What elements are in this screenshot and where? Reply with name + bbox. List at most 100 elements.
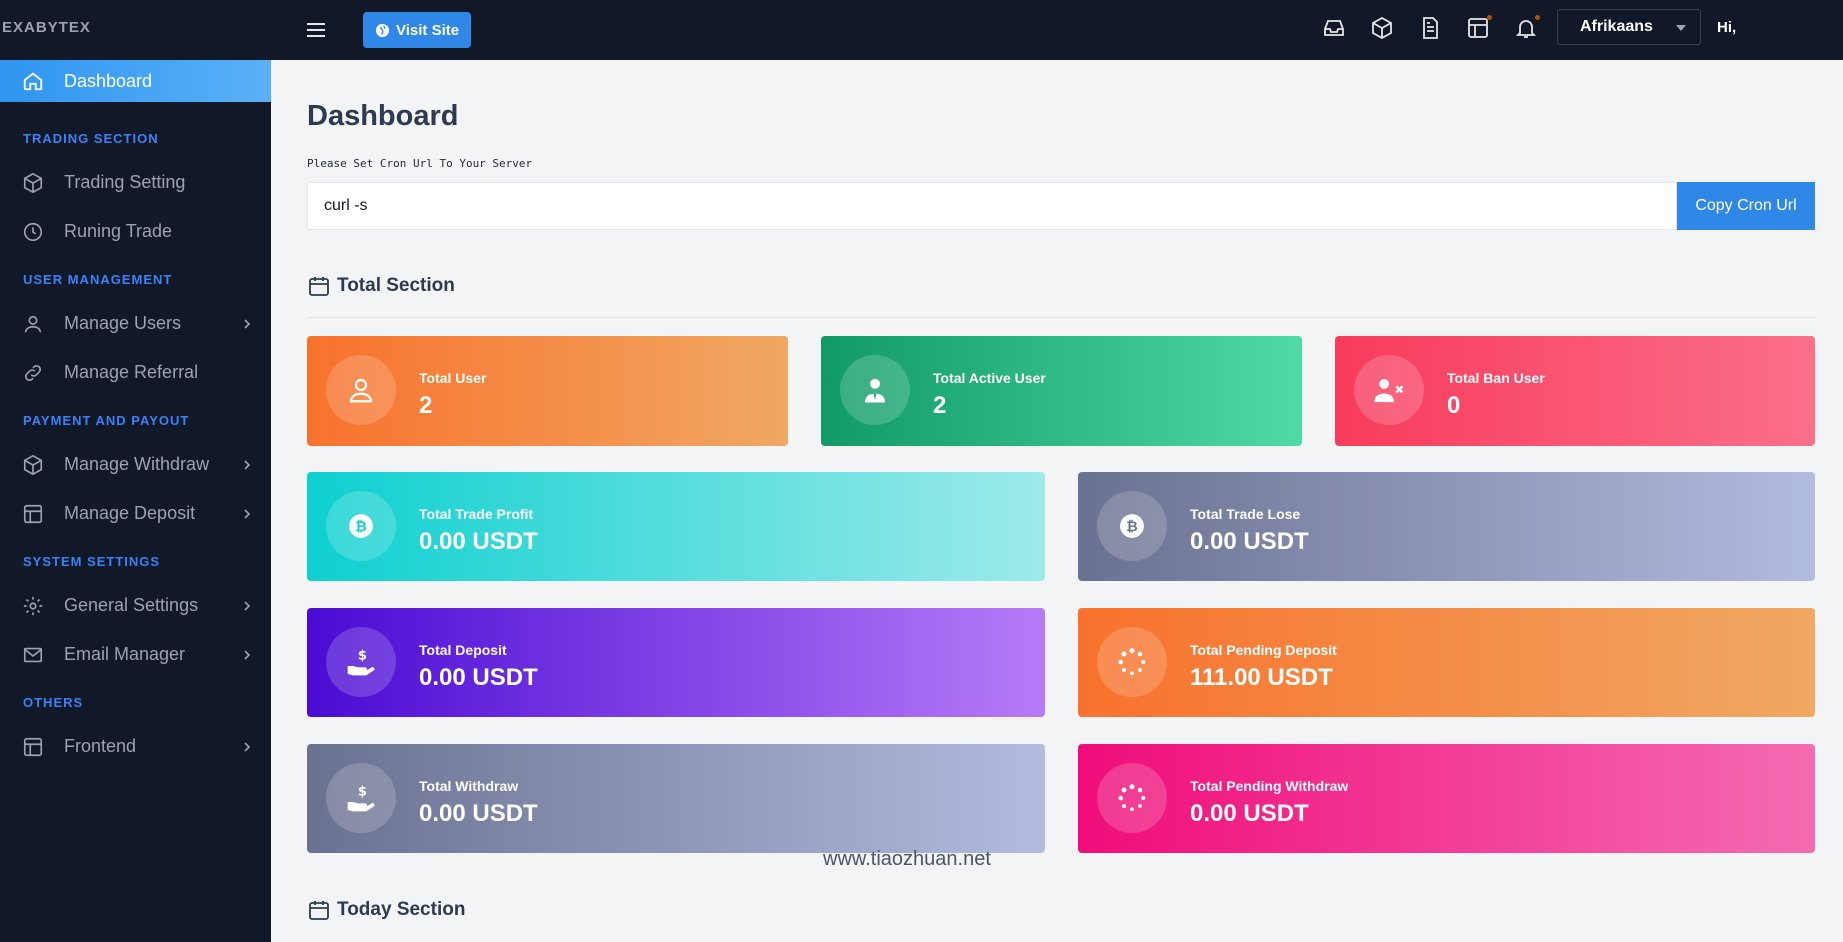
sidebar-item-label: Email Manager [64,644,186,664]
chevron-right-icon [241,508,253,520]
card-value: 0.00 USDT [419,528,538,555]
today-section-label: Today Section [337,899,466,920]
user-greeting[interactable]: Hi, [1717,19,1736,36]
user-icon [22,313,44,335]
link-icon [22,362,44,384]
hand-dollar-icon: $ [326,627,396,697]
card-total-trade-lose[interactable]: ₿ Total Trade Lose 0.00 USDT [1078,472,1815,581]
spinner-icon [1097,763,1167,833]
language-selected: Afrikaans [1580,18,1653,35]
table-icon[interactable] [1466,15,1492,42]
card-title: Total Trade Profit [419,506,534,522]
gear-icon [22,595,44,617]
chevron-right-icon [241,318,253,330]
card-total-ban-user[interactable]: Total Ban User 0 [1335,336,1815,446]
watermark-text: www.tiaozhuan.net [823,848,991,870]
card-title: Total Ban User [1447,370,1545,386]
card-total-pending-withdraw[interactable]: Total Pending Withdraw 0.00 USDT [1078,744,1815,853]
sidebar-item-manage-withdraw[interactable]: Manage Withdraw [0,440,271,489]
chevron-right-icon [241,459,253,471]
chevron-right-icon [241,600,253,612]
card-total-user[interactable]: Total User 2 [307,336,788,446]
mail-icon [22,644,44,666]
sidebar-item-label: Dashboard [64,70,153,91]
card-title: Total Pending Deposit [1190,642,1337,658]
section-title-trading: TRADING SECTION [23,130,159,146]
sidebar: EXABYTEX Dashboard TRADING SECTION Tradi… [0,0,271,942]
card-value: 0.00 USDT [419,800,538,827]
card-total-pending-deposit[interactable]: Total Pending Deposit 111.00 USDT [1078,608,1815,717]
user-tie-icon [840,355,910,425]
today-section-heading: Today Section [307,898,465,922]
home-icon [22,70,44,92]
language-select[interactable]: Afrikaans [1557,9,1701,45]
card-value: 0 [1447,392,1461,419]
chevron-right-icon [241,741,253,753]
sidebar-item-label: Frontend [64,736,137,756]
sidebar-item-label: Runing Trade [64,221,173,241]
sidebar-item-label: Manage Deposit [64,503,196,523]
user-ban-icon [1354,355,1424,425]
visit-site-button[interactable]: Visit Site [363,12,472,48]
clock-icon [22,221,44,243]
user-icon [326,355,396,425]
bell-icon[interactable] [1514,15,1540,42]
section-divider [307,317,1815,318]
visit-site-label: Visit Site [396,21,460,39]
card-value: 2 [933,392,947,419]
calendar-icon [307,898,331,922]
cube-icon[interactable] [1370,16,1396,42]
card-title: Total Active User [933,370,1046,386]
chevron-right-icon [241,649,253,661]
card-title: Total Trade Lose [1190,506,1301,522]
card-total-trade-profit[interactable]: ₿ Total Trade Profit 0.00 USDT [307,472,1045,581]
sidebar-item-runing-trade[interactable]: Runing Trade [0,207,271,256]
sidebar-item-manage-referral[interactable]: Manage Referral [0,348,271,397]
sidebar-item-general-settings[interactable]: General Settings [0,581,271,630]
svg-text:₿: ₿ [355,519,366,535]
sidebar-item-trading-setting[interactable]: Trading Setting [0,158,271,207]
copy-cron-url-button[interactable]: Copy Cron Url [1677,182,1815,230]
hand-dollar-icon: $ [326,763,396,833]
inbox-icon[interactable] [1322,16,1348,42]
card-value: 111.00 USDT [1190,664,1333,691]
sidebar-item-label: Manage Withdraw [64,454,210,474]
sidebar-item-label: Trading Setting [64,172,186,192]
sidebar-item-manage-deposit[interactable]: Manage Deposit [0,489,271,538]
globe-icon [375,23,390,38]
calendar-icon [307,274,331,298]
total-section-label: Total Section [337,275,455,296]
svg-text:₿: ₿ [1126,519,1137,535]
table-icon [22,503,44,525]
spinner-icon [1097,627,1167,697]
topbar: Visit Site Afrikaans Hi, [271,0,1843,60]
svg-text:$: $ [358,648,367,663]
notification-dot [1535,15,1540,20]
card-title: Total Deposit [419,642,507,658]
card-total-withdraw[interactable]: $ Total Withdraw 0.00 USDT [307,744,1045,853]
card-title: Total Withdraw [419,778,519,794]
card-title: Total Pending Withdraw [1190,778,1349,794]
section-title-system-settings: SYSTEM SETTINGS [23,553,161,569]
sidebar-item-manage-users[interactable]: Manage Users [0,299,271,348]
sidebar-item-label: General Settings [64,595,199,615]
card-value: 0.00 USDT [1190,528,1309,555]
document-icon[interactable] [1418,16,1444,42]
sidebar-item-frontend[interactable]: Frontend [0,722,271,771]
sidebar-item-label: Manage Referral [64,362,199,382]
cron-url-input[interactable] [307,182,1677,230]
section-title-payment: PAYMENT AND PAYOUT [23,412,190,428]
page-title: Dashboard [307,100,459,132]
cube-icon [22,172,44,194]
card-title: Total User [419,370,487,386]
bitcoin-icon: ₿ [1097,491,1167,561]
section-title-others: OTHERS [23,694,84,710]
hamburger-menu-icon[interactable] [305,19,327,41]
notification-dot [1487,15,1492,20]
sidebar-item-dashboard[interactable]: Dashboard [0,60,271,102]
card-total-active-user[interactable]: Total Active User 2 [821,336,1302,446]
cron-label: Please Set Cron Url To Your Server [307,157,533,170]
sidebar-item-email-manager[interactable]: Email Manager [0,630,271,679]
card-total-deposit[interactable]: $ Total Deposit 0.00 USDT [307,608,1045,717]
card-value: 0.00 USDT [1190,800,1309,827]
